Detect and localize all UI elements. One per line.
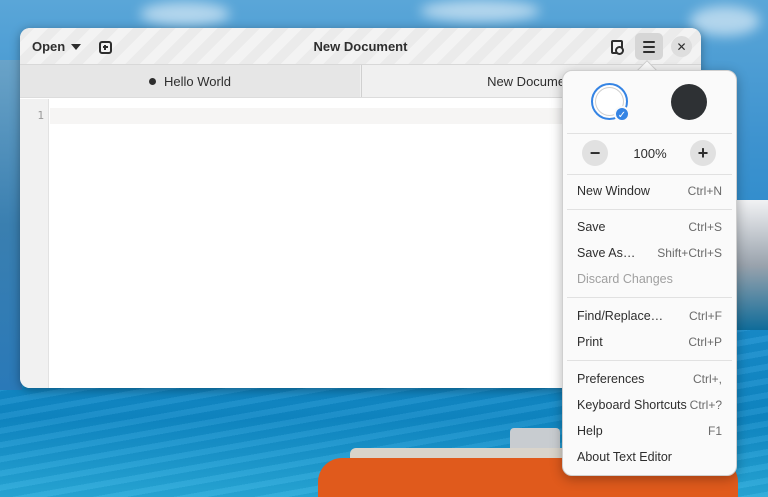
- close-button[interactable]: ✕: [671, 36, 692, 57]
- menu-item-label: New Window: [577, 184, 650, 198]
- window-title: New Document: [313, 39, 408, 54]
- plus-icon: +: [697, 143, 709, 163]
- menu-item-accel: Ctrl+P: [688, 335, 722, 349]
- menu-item-label: Preferences: [577, 372, 645, 386]
- separator: [567, 297, 732, 298]
- zoom-level: 100%: [633, 146, 667, 161]
- menu-item-accel: Ctrl+?: [689, 398, 722, 412]
- separator: [567, 209, 732, 210]
- menu-item-save[interactable]: Save Ctrl+S: [563, 214, 736, 240]
- menu-item-accel: Ctrl+N: [687, 184, 722, 198]
- menu-item-label: Help: [577, 424, 603, 438]
- menu-item-label: Print: [577, 335, 603, 349]
- menu-item-print[interactable]: Print Ctrl+P: [563, 329, 736, 355]
- menu-item-accel: Ctrl+F: [689, 309, 722, 323]
- menu-item-label: Keyboard Shortcuts: [577, 398, 687, 412]
- menu-item-label: Save As…: [577, 246, 636, 260]
- separator: [567, 360, 732, 361]
- menu-item-label: Find/Replace…: [577, 309, 664, 323]
- menu-item-accel: Ctrl+,: [692, 372, 722, 386]
- checkmark-icon: ✓: [614, 106, 630, 122]
- menu-item-accel: Shift+Ctrl+S: [657, 246, 722, 260]
- line-number: 1: [37, 109, 44, 122]
- menu-item-label: Save: [577, 220, 606, 234]
- close-icon: ✕: [676, 39, 687, 54]
- style-dark-button[interactable]: [671, 84, 707, 120]
- document-properties-button[interactable]: [606, 36, 628, 58]
- main-menu-button[interactable]: [635, 33, 663, 60]
- menu-item-accel: Ctrl+S: [688, 220, 722, 234]
- menu-item-accel: F1: [707, 424, 722, 438]
- style-light-button[interactable]: ✓: [591, 83, 630, 122]
- menu-item-preferences[interactable]: Preferences Ctrl+,: [563, 366, 736, 392]
- menu-item-discard-changes: Discard Changes: [563, 266, 736, 292]
- menu-item-find-replace[interactable]: Find/Replace… Ctrl+F: [563, 303, 736, 329]
- menu-item-label: Discard Changes: [577, 272, 673, 286]
- separator: [567, 174, 732, 175]
- menu-item-new-window[interactable]: New Window Ctrl+N: [563, 178, 736, 204]
- hamburger-icon: [643, 40, 655, 43]
- menu-item-keyboard-shortcuts[interactable]: Keyboard Shortcuts Ctrl+?: [563, 392, 736, 418]
- separator: [567, 133, 732, 134]
- line-number-gutter: 1: [20, 99, 49, 388]
- zoom-out-button[interactable]: −: [582, 140, 608, 166]
- minus-icon: −: [589, 143, 601, 163]
- headerbar: Open New Document ✕: [20, 28, 701, 65]
- zoom-in-button[interactable]: +: [690, 140, 716, 166]
- document-search-icon: [611, 40, 624, 55]
- tab-hello-world[interactable]: Hello World: [20, 65, 360, 97]
- menu-item-about[interactable]: About Text Editor: [563, 444, 736, 470]
- main-menu-popover: ✓ − 100% + New Window Ctrl+N Save Ctrl+S…: [562, 70, 737, 476]
- tab-label: Hello World: [164, 73, 231, 89]
- modified-indicator-icon: [149, 77, 157, 85]
- menu-item-help[interactable]: Help F1: [563, 418, 736, 444]
- menu-item-save-as[interactable]: Save As… Shift+Ctrl+S: [563, 240, 736, 266]
- menu-item-label: About Text Editor: [577, 450, 672, 464]
